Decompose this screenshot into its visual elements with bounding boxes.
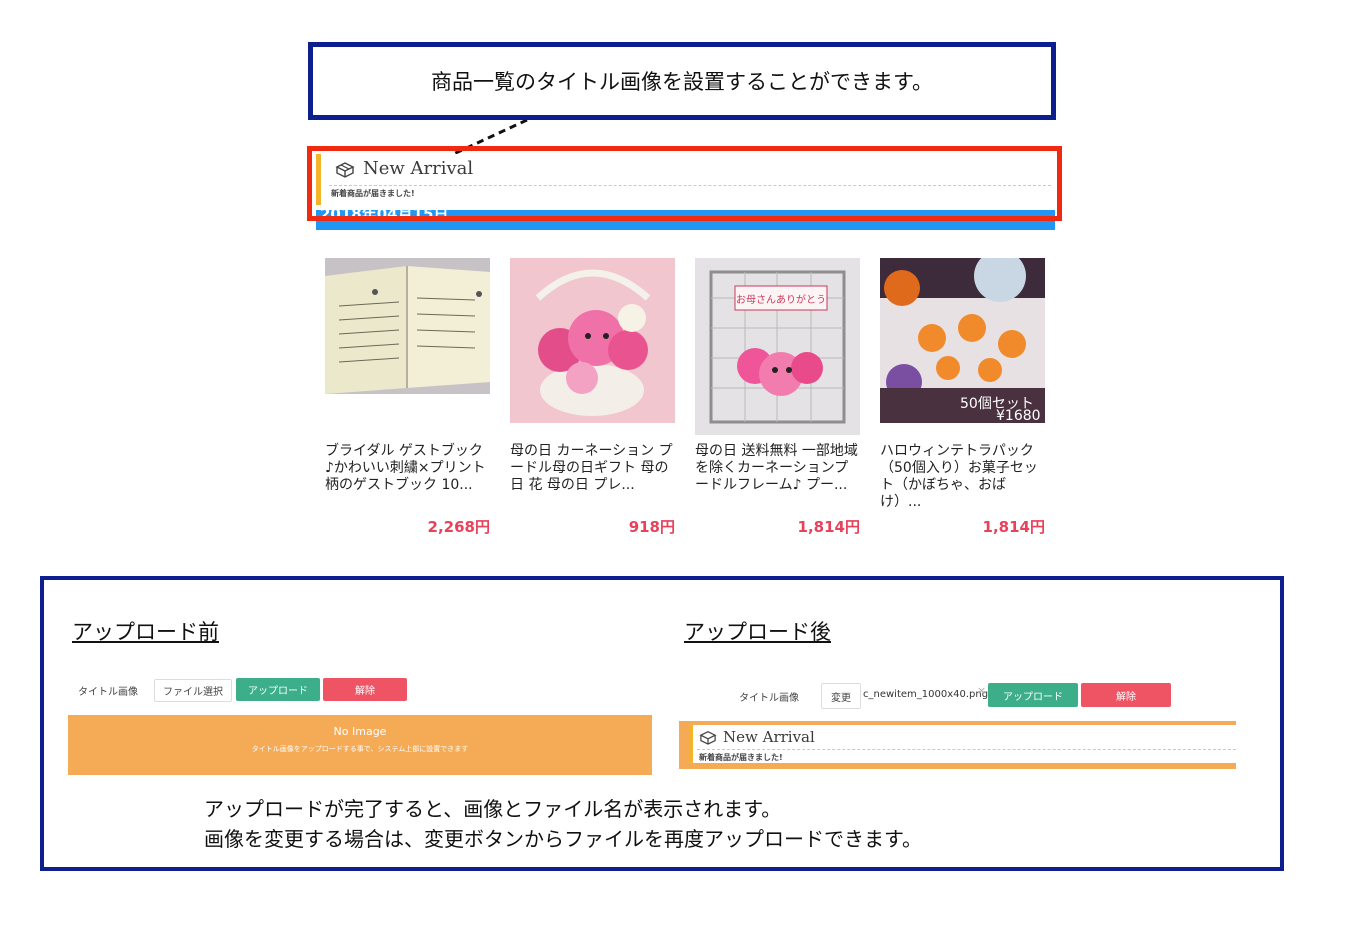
product-card[interactable]: 50個セット ¥1680 ハロウィンテトラパック（50個入り）お菓子セット（かぼ…	[880, 258, 1045, 536]
preview-subtitle: 新着商品が届きました!	[699, 753, 783, 762]
upload-button[interactable]: アップロード	[988, 683, 1078, 707]
clear-file-icon[interactable]: ×	[977, 684, 986, 697]
no-image-placeholder: No Image タイトル画像をアップロードする事で、システム上部に設置できます	[68, 715, 652, 775]
halloween-yen-text: ¥1680	[996, 408, 1041, 423]
before-heading: アップロード前	[72, 620, 219, 644]
remove-button[interactable]: 解除	[1081, 683, 1171, 707]
product-name[interactable]: 母の日 送料無料 一部地域を除くカーネーションプードルフレーム♪ プー...	[695, 443, 858, 494]
product-image-guestbook[interactable]	[325, 258, 490, 394]
callout-text: 商品一覧のタイトル画像を設置することができます。	[431, 70, 933, 94]
product-price: 2,268円	[427, 518, 490, 536]
after-heading: アップロード後	[684, 620, 831, 644]
product-price: 918円	[628, 518, 675, 536]
banner-highlight-outline	[307, 146, 1062, 221]
no-image-note: タイトル画像をアップロードする事で、システム上部に設置できます	[251, 745, 469, 753]
product-name[interactable]: ハロウィンテトラパック（50個入り）お菓子セット（かぼちゃ、おばけ）...	[880, 443, 1043, 511]
preview-divider	[697, 749, 1236, 750]
product-price: 1,814円	[982, 518, 1045, 536]
remove-button[interactable]: 解除	[323, 678, 407, 701]
product-name[interactable]: ブライダル ゲストブック♪かわいい刺繍×プリント柄のゲストブック 10...	[325, 443, 488, 494]
uploaded-preview: New Arrival 新着商品が届きました!	[689, 725, 1236, 763]
gift-box-icon	[699, 730, 717, 745]
explanation-line-2: 画像を変更する場合は、変更ボタンからファイルを再度アップロードできます。	[204, 827, 922, 851]
no-image-text: No Image	[333, 725, 387, 738]
change-button[interactable]: 変更	[821, 683, 861, 709]
preview-title: New Arrival	[699, 728, 815, 746]
product-image-poodle-basket[interactable]	[510, 258, 675, 423]
product-card[interactable]: 母の日 カーネーション プードル母の日ギフト 母の日 花 母の日 プレ... 9…	[510, 258, 675, 536]
product-card[interactable]: ブライダル ゲストブック♪かわいい刺繍×プリント柄のゲストブック 10... 2…	[325, 258, 490, 536]
uploaded-preview-frame: New Arrival 新着商品が届きました!	[679, 721, 1236, 769]
uploaded-filename: c_newitem_1000x40.png	[863, 689, 989, 700]
frame-sign-text: お母さんありがとう	[736, 293, 826, 306]
product-card[interactable]: お母さんありがとう 母の日 送料無料 一部地域を除くカーネーションプードルフレー…	[695, 258, 860, 536]
product-image-halloween[interactable]: 50個セット ¥1680	[880, 258, 1045, 423]
upload-button[interactable]: アップロード	[236, 678, 320, 701]
explanation-text: アップロードが完了すると、画像とファイル名が表示されます。 画像を変更する場合は…	[204, 794, 922, 854]
title-image-label: タイトル画像	[739, 693, 799, 704]
preview-title-text: New Arrival	[723, 728, 815, 746]
product-name[interactable]: 母の日 カーネーション プードル母の日ギフト 母の日 花 母の日 プレ...	[510, 443, 673, 494]
callout-box: 商品一覧のタイトル画像を設置することができます。	[308, 42, 1056, 120]
product-price: 1,814円	[797, 518, 860, 536]
title-image-label: タイトル画像	[78, 687, 138, 698]
product-image-poodle-frame[interactable]: お母さんありがとう	[695, 258, 860, 435]
explanation-line-1: アップロードが完了すると、画像とファイル名が表示されます。	[204, 797, 782, 821]
file-select-button[interactable]: ファイル選択	[154, 679, 232, 702]
